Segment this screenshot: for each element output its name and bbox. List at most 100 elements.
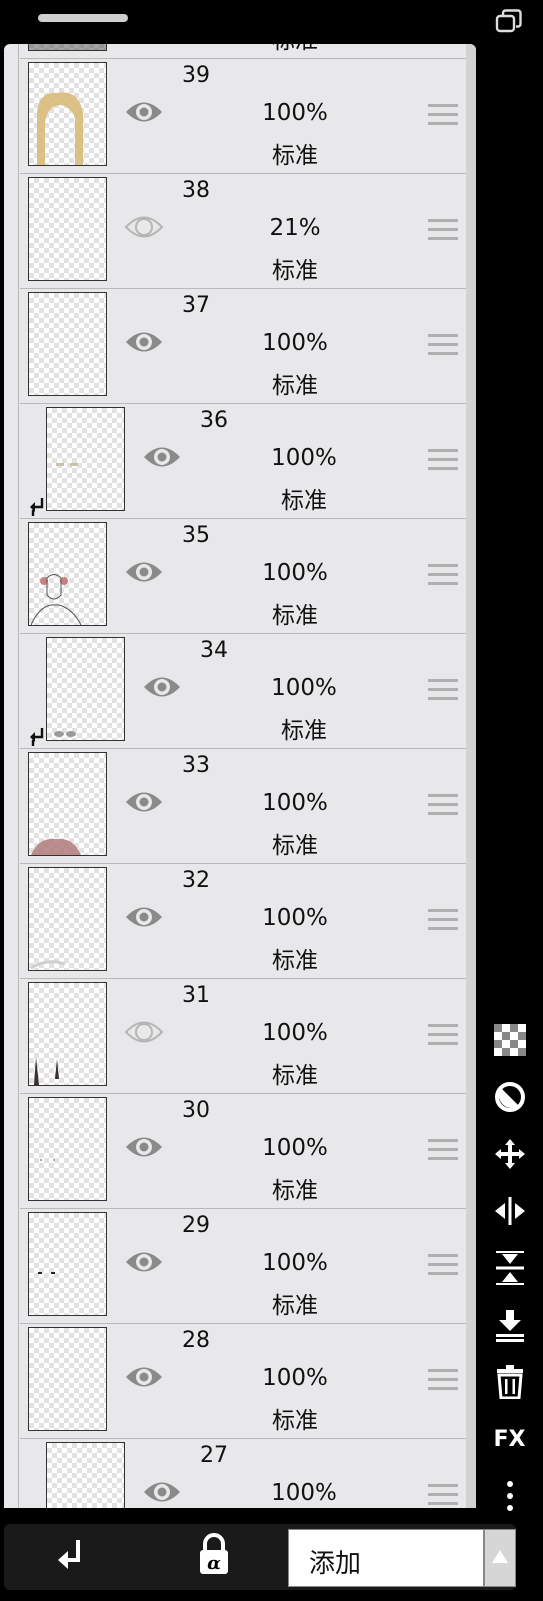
clip-layer-button[interactable] <box>56 1536 88 1576</box>
eye-icon[interactable] <box>142 442 182 472</box>
drag-handle-icon[interactable] <box>428 679 458 701</box>
layer-tool-bar: FX <box>476 0 543 1511</box>
layer-opacity: 100% <box>262 1020 328 1046</box>
layer-row[interactable]: 29 100% 标准 <box>20 1208 466 1324</box>
layer-thumbnail[interactable] <box>46 407 125 511</box>
bottom-bar: α 添加 <box>0 1514 543 1601</box>
eye-icon[interactable] <box>124 902 164 932</box>
eye-icon[interactable] <box>142 1477 182 1507</box>
layer-number: 32 <box>182 868 210 893</box>
layer-blend-mode: 标准 <box>272 1293 318 1319</box>
layer-row[interactable]: 34 100% 标准 <box>20 633 466 749</box>
layer-thumbnail[interactable] <box>28 522 107 626</box>
flip-horizontal-icon <box>493 1195 527 1227</box>
drag-handle-icon[interactable] <box>428 334 458 356</box>
scrollbar[interactable] <box>466 44 476 1508</box>
drag-handle-icon[interactable] <box>428 449 458 471</box>
layer-row[interactable]: 28 100% 标准 <box>20 1323 466 1439</box>
layer-thumbnail[interactable] <box>28 1212 107 1316</box>
layer-opacity: 21% <box>269 215 321 241</box>
layer-thumbnail[interactable] <box>28 177 107 281</box>
drag-handle-icon[interactable] <box>428 219 458 241</box>
layer-thumbnail[interactable] <box>46 1442 125 1508</box>
layer-thumbnail[interactable] <box>28 1327 107 1431</box>
opacity-circle-button[interactable] <box>476 1077 543 1117</box>
layer-number: 27 <box>200 1443 228 1468</box>
drag-handle-icon[interactable] <box>428 1254 458 1276</box>
lock-alpha-button[interactable]: α <box>196 1532 232 1578</box>
layer-opacity: 100% <box>262 905 328 931</box>
trash-icon <box>496 1365 524 1399</box>
layer-row[interactable]: 33 100% 标准 <box>20 748 466 864</box>
layer-opacity: 100% <box>262 330 328 356</box>
layer-thumbnail[interactable] <box>46 637 125 741</box>
eye-hidden-icon[interactable] <box>124 212 164 242</box>
layer-blend-mode: 标准 <box>281 718 327 744</box>
fx-button[interactable]: FX <box>476 1419 543 1459</box>
layer-row[interactable]: 39 100% 标准 <box>20 58 466 174</box>
panel-left-line <box>18 44 19 1508</box>
drag-handle-icon[interactable] <box>428 1139 458 1161</box>
layer-row[interactable]: 37 100% 标准 <box>20 288 466 404</box>
blend-mode-dropdown-button[interactable] <box>484 1529 516 1587</box>
layer-row[interactable]: 35 100% 标准 <box>20 518 466 634</box>
layer-number: 33 <box>182 753 210 778</box>
layer-blend-mode: 标准 <box>272 1063 318 1089</box>
layer-thumbnail[interactable] <box>28 62 107 166</box>
eye-hidden-icon[interactable] <box>124 1017 164 1047</box>
alpha-lock-icon: α <box>200 1533 228 1574</box>
layer-row[interactable]: 32 100% 标准 <box>20 863 466 979</box>
eye-icon[interactable] <box>124 327 164 357</box>
layer-number: 39 <box>182 63 210 88</box>
eye-icon[interactable] <box>124 1132 164 1162</box>
drag-handle-icon[interactable] <box>428 104 458 126</box>
eye-icon[interactable] <box>124 1362 164 1392</box>
layer-row[interactable]: 30 100% 标准 <box>20 1093 466 1209</box>
merge-down-button[interactable] <box>476 1305 543 1345</box>
layer-row[interactable]: 36 100% 标准 <box>20 403 466 519</box>
layer-blend-mode: 标准 <box>272 143 318 169</box>
layer-thumbnail[interactable] <box>28 752 107 856</box>
eye-icon[interactable] <box>124 97 164 127</box>
layer-thumbnail[interactable] <box>28 982 107 1086</box>
trash-button[interactable] <box>476 1362 543 1402</box>
layer-thumbnail[interactable] <box>28 1097 107 1201</box>
layer-opacity: 100% <box>262 1135 328 1161</box>
flip-horizontal-button[interactable] <box>476 1191 543 1231</box>
eye-icon[interactable] <box>124 1247 164 1277</box>
layer-number: 36 <box>200 408 228 433</box>
drag-handle-icon[interactable] <box>428 1024 458 1046</box>
layer-opacity: 100% <box>262 100 328 126</box>
layer-blend-mode: 标准 <box>272 948 318 974</box>
drag-handle-icon[interactable] <box>428 1484 458 1506</box>
eye-icon[interactable] <box>124 787 164 817</box>
more-vertical-icon <box>506 1480 514 1512</box>
blend-mode-select[interactable]: 添加 <box>288 1529 484 1587</box>
layer-thumbnail[interactable] <box>28 867 107 971</box>
layer-thumbnail[interactable] <box>28 44 107 51</box>
layer-blend-mode: 标准 <box>272 1408 318 1434</box>
layer-blend-mode: 标准 <box>272 258 318 284</box>
layer-row[interactable]: 38 21% 标准 <box>20 173 466 289</box>
layer-row[interactable]: 标准 <box>20 44 466 59</box>
layer-row[interactable]: 27100%标准 <box>20 1438 466 1508</box>
drag-handle-icon[interactable] <box>428 909 458 931</box>
layer-number: 28 <box>182 1328 210 1353</box>
drag-handle-icon[interactable] <box>428 564 458 586</box>
drag-handle-icon[interactable] <box>428 1369 458 1391</box>
move-arrows-icon <box>493 1137 527 1171</box>
clipping-indicator-icon <box>29 726 45 748</box>
transparency-checker-button[interactable] <box>476 1020 543 1060</box>
eye-icon[interactable] <box>124 557 164 587</box>
transparency-checker-icon <box>493 1024 526 1056</box>
layer-thumbnail[interactable] <box>28 292 107 396</box>
drag-handle[interactable] <box>38 14 128 22</box>
more-vertical-button[interactable] <box>476 1476 543 1516</box>
layer-number: 37 <box>182 293 210 318</box>
flip-vertical-button[interactable] <box>476 1248 543 1288</box>
move-arrows-button[interactable] <box>476 1134 543 1174</box>
drag-handle-icon[interactable] <box>428 794 458 816</box>
eye-icon[interactable] <box>142 672 182 702</box>
layer-opacity: 100% <box>262 1365 328 1391</box>
layer-row[interactable]: 31 100% 标准 <box>20 978 466 1094</box>
